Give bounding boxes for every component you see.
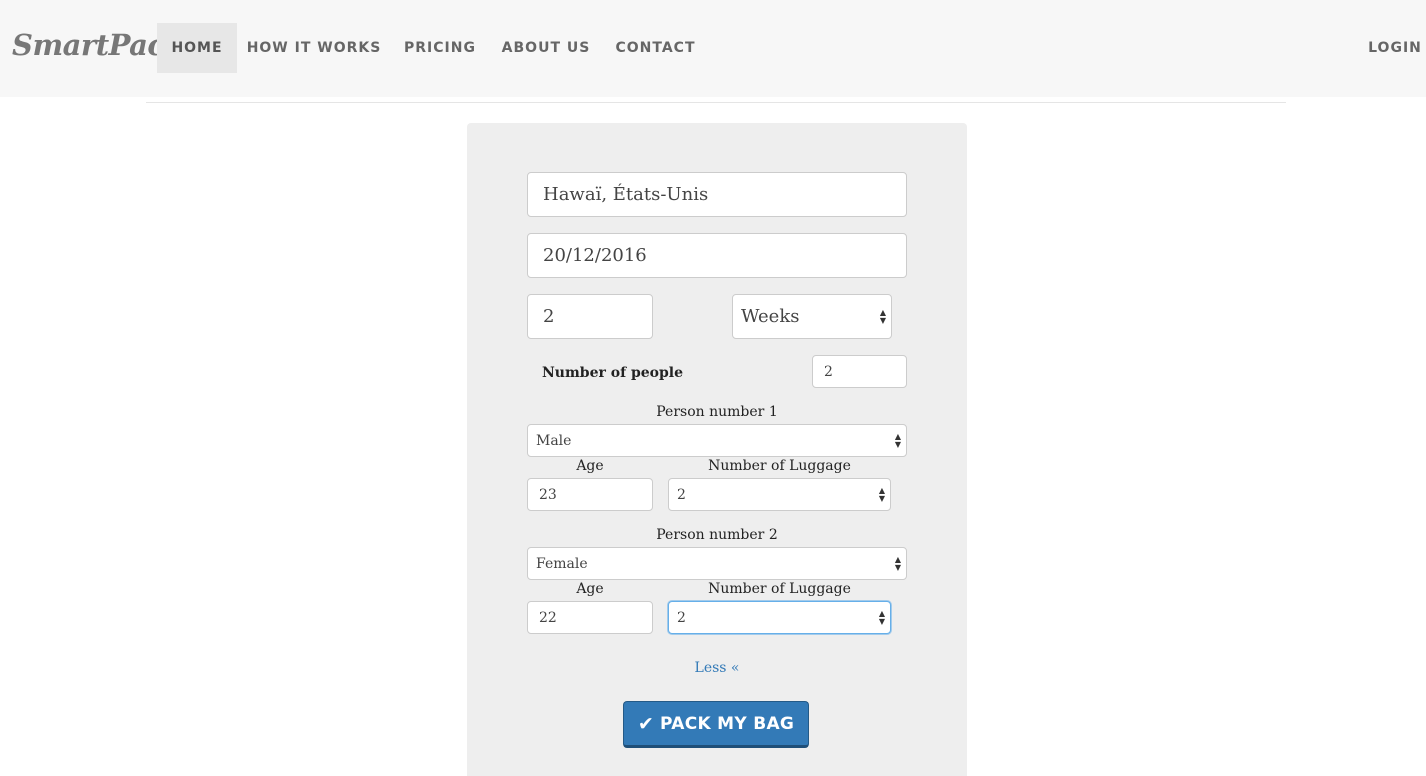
duration-value: 2 <box>543 306 555 327</box>
person-2-gender-select[interactable]: Female ▲ ▼ <box>527 547 907 580</box>
people-count-value: 2 <box>824 363 833 380</box>
duration-input[interactable]: 2 <box>527 294 653 339</box>
date-input[interactable]: 20/12/2016 <box>527 233 907 278</box>
people-count-input[interactable]: 2 <box>812 355 907 388</box>
destination-value: Hawaï, États-Unis <box>543 184 709 205</box>
person-2-age-label: Age <box>576 581 604 597</box>
select-arrows-icon: ▲ ▼ <box>878 608 885 626</box>
duration-unit-select[interactable]: Weeks ▲ ▼ <box>732 294 892 339</box>
nav-pricing[interactable]: PRICING <box>398 23 482 73</box>
pack-my-bag-label: PACK MY BAG <box>660 713 795 734</box>
person-1-gender-select[interactable]: Male ▲ ▼ <box>527 424 907 457</box>
person-1-luggage-select[interactable]: 2 ▲ ▼ <box>668 478 891 511</box>
person-1-age-label: Age <box>576 458 604 474</box>
pack-my-bag-button[interactable]: ✔ PACK MY BAG <box>623 701 809 748</box>
people-count-label: Number of people <box>542 365 684 381</box>
nav-how-it-works[interactable]: HOW IT WORKS <box>244 23 384 73</box>
person-1-gender-value: Male <box>536 432 572 449</box>
person-2-luggage-select[interactable]: 2 ▲ ▼ <box>668 601 891 634</box>
date-value: 20/12/2016 <box>543 245 647 266</box>
person-1-age-value: 23 <box>539 486 557 503</box>
person-1-luggage-label: Number of Luggage <box>708 458 851 474</box>
less-link[interactable]: Less « <box>527 660 907 676</box>
select-arrows-icon: ▲ ▼ <box>894 554 901 572</box>
navbar: SmartPack HOME HOW IT WORKS PRICING ABOU… <box>0 0 1426 97</box>
duration-unit-value: Weeks <box>741 306 800 327</box>
header-divider <box>146 102 1286 103</box>
destination-input[interactable]: Hawaï, États-Unis <box>527 172 907 217</box>
nav-contact[interactable]: CONTACT <box>609 23 702 73</box>
person-1-luggage-value: 2 <box>677 486 686 503</box>
person-2-age-input[interactable]: 22 <box>527 601 653 634</box>
nav-home[interactable]: HOME <box>157 23 237 73</box>
nav-login[interactable]: LOGIN <box>1364 23 1426 73</box>
select-arrows-icon: ▲ ▼ <box>878 485 885 503</box>
nav-about-us[interactable]: ABOUT US <box>497 23 595 73</box>
person-1-age-input[interactable]: 23 <box>527 478 653 511</box>
person-2-title: Person number 2 <box>656 527 778 543</box>
person-2-luggage-label: Number of Luggage <box>708 581 851 597</box>
select-arrows-icon: ▲ ▼ <box>894 431 901 449</box>
person-1-title: Person number 1 <box>656 404 778 420</box>
select-arrows-icon: ▲ ▼ <box>879 307 886 325</box>
person-2-age-value: 22 <box>539 609 557 626</box>
person-2-luggage-value: 2 <box>677 609 686 626</box>
person-2-gender-value: Female <box>536 555 588 572</box>
checkmark-icon: ✔ <box>637 712 655 735</box>
